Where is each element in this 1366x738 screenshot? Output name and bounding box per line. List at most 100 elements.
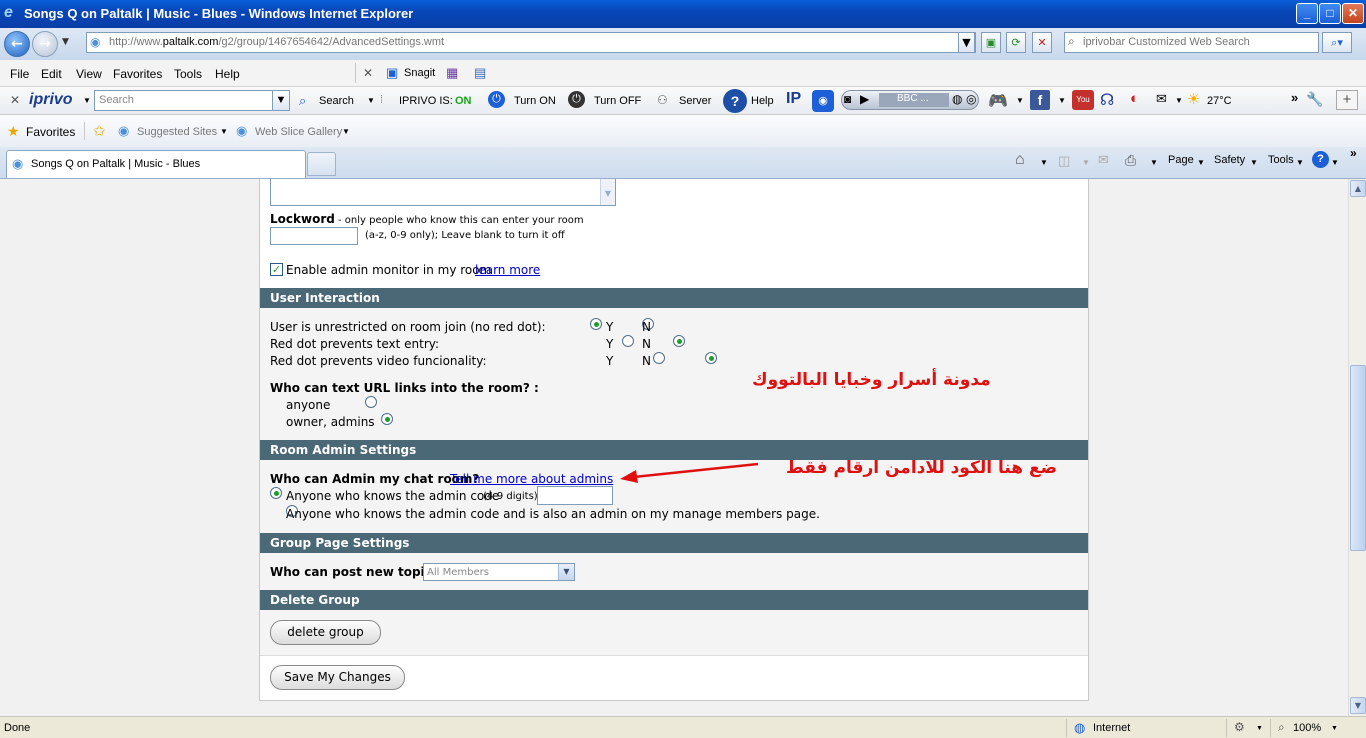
compatibility-view-icon[interactable]: ▣ [981, 32, 1001, 53]
menu-help[interactable]: Help [215, 67, 240, 81]
delete-group-button[interactable]: delete group [270, 620, 381, 645]
print-dropdown-icon[interactable]: ▼ [1150, 158, 1158, 167]
close-button[interactable]: ✕ [1342, 3, 1364, 24]
safety-menu[interactable]: Safety [1214, 154, 1245, 166]
back-button[interactable]: ← [4, 31, 30, 57]
web-search-input[interactable]: ⌕ iprivobar Customized Web Search [1064, 32, 1319, 53]
web-slice-dropdown-icon[interactable]: ▼ [342, 127, 350, 136]
ui-row3-no-radio[interactable] [705, 352, 718, 364]
youtube-icon[interactable]: You [1072, 90, 1094, 110]
save-changes-button[interactable]: Save My Changes [270, 665, 405, 690]
scroll-thumb[interactable] [1350, 365, 1366, 551]
home-dropdown-icon[interactable]: ▼ [1040, 158, 1048, 167]
address-input[interactable]: ◉ http://www.paltalk.com/g2/group/146765… [86, 32, 976, 53]
room-description-textarea[interactable]: ▼ [270, 179, 616, 206]
suggested-sites-dropdown-icon[interactable]: ▼ [220, 127, 228, 136]
ui-row1-yes-radio[interactable] [590, 318, 602, 330]
snagit-capture-icon[interactable]: ▦ [446, 65, 458, 81]
close-iprivo-icon[interactable]: ✕ [10, 93, 20, 107]
ui-row2-no-radio[interactable] [673, 335, 686, 347]
safety-dropdown-icon[interactable]: ▼ [1250, 158, 1258, 167]
security-zone[interactable]: Internet [1093, 722, 1130, 734]
learn-more-link[interactable]: learn more [475, 263, 540, 277]
mute-icon[interactable]: ◎ [966, 92, 976, 106]
iprivo-search-button[interactable]: Search [319, 95, 354, 107]
ui-row2-yes-radio[interactable] [621, 335, 634, 347]
settings-wrench-icon[interactable]: 🔧 [1306, 91, 1323, 108]
read-mail-icon[interactable]: ✉ [1098, 152, 1109, 168]
stop-icon[interactable]: ✕ [1032, 32, 1052, 53]
zoom-dropdown-icon[interactable]: ▼ [1331, 725, 1338, 732]
radio-player[interactable]: ◙ ▶ BBC ... ◍ ◎ [841, 90, 979, 110]
tell-me-more-link[interactable]: Tell me more about admins [450, 472, 613, 486]
refresh-icon[interactable]: ⟳ [1006, 32, 1026, 53]
add-button-icon[interactable]: + [1336, 90, 1358, 110]
server-button[interactable]: Server [679, 95, 711, 107]
menu-edit[interactable]: Edit [41, 67, 62, 81]
home-icon[interactable]: ⌂ [1015, 151, 1025, 169]
tools-menu[interactable]: Tools [1268, 154, 1294, 166]
radio-station-display[interactable]: BBC ... [879, 93, 949, 107]
web-slice-gallery-link[interactable]: Web Slice Gallery [255, 126, 342, 138]
page-dropdown-icon[interactable]: ▼ [1197, 158, 1205, 167]
recent-pages-dropdown-icon[interactable]: ▼ [62, 37, 69, 47]
menu-file[interactable]: File [10, 67, 29, 81]
search-options-dropdown-icon[interactable]: ▼ [367, 96, 375, 105]
temperature[interactable]: 27°C [1207, 95, 1232, 107]
facebook-dropdown-icon[interactable]: ▼ [1058, 96, 1066, 105]
help-circle-icon[interactable]: ? [1312, 151, 1329, 168]
lockword-input[interactable] [270, 227, 358, 245]
tab-songs-q[interactable]: ◉ Songs Q on Paltalk | Music - Blues [6, 150, 306, 178]
textarea-scroll-down-icon[interactable]: ▼ [600, 179, 615, 205]
suggested-sites-link[interactable]: Suggested Sites [137, 126, 217, 138]
add-favorite-icon[interactable]: ✩ [93, 122, 106, 140]
media-icon[interactable]: ◉ [812, 90, 834, 112]
url-anyone-radio[interactable] [364, 396, 377, 408]
help-dropdown-icon[interactable]: ▼ [1331, 158, 1339, 167]
admin-code-radio[interactable] [270, 487, 282, 499]
select-chevron-down-icon[interactable]: ▼ [558, 564, 574, 580]
ip-logo-icon[interactable]: IP [786, 90, 801, 108]
protected-dropdown-icon[interactable]: ▼ [1256, 725, 1263, 732]
favorites-button[interactable]: Favorites [26, 125, 75, 139]
search-go-icon[interactable]: ⌕▾ [1322, 32, 1352, 53]
turn-on-button[interactable]: Turn ON [514, 95, 556, 107]
close-toolbar-icon[interactable]: ✕ [363, 66, 373, 80]
menu-favorites[interactable]: Favorites [113, 67, 162, 81]
print-icon[interactable]: ⎙ [1125, 152, 1136, 169]
tools-dropdown-icon[interactable]: ▼ [1296, 158, 1304, 167]
minimize-button[interactable]: _ [1296, 3, 1318, 24]
facebook-icon[interactable]: f [1030, 90, 1050, 110]
zoom-level[interactable]: 100% [1293, 722, 1321, 734]
maximize-button[interactable]: □ [1319, 3, 1341, 24]
iprivo-search-input[interactable]: Search [94, 90, 290, 111]
post-topics-select[interactable]: All Members ▼ [423, 563, 575, 581]
feeds-icon[interactable]: ◫ [1058, 153, 1070, 169]
scroll-down-icon[interactable]: ▼ [1350, 697, 1366, 714]
address-dropdown-icon[interactable]: ▼ [958, 32, 975, 53]
scroll-up-icon[interactable]: ▲ [1350, 180, 1366, 197]
page-menu[interactable]: Page [1168, 154, 1194, 166]
games-dropdown-icon[interactable]: ▼ [1016, 96, 1024, 105]
play-media-icon[interactable]: ▶ [860, 92, 869, 106]
menu-tools[interactable]: Tools [174, 67, 202, 81]
game-controller-icon[interactable]: 🎮 [988, 91, 1008, 111]
help-button[interactable]: Help [751, 95, 774, 107]
url-owner-radio[interactable] [380, 413, 393, 425]
new-tab-button[interactable] [307, 152, 336, 176]
stop-media-icon[interactable]: ◙ [844, 92, 851, 106]
volume-icon[interactable]: ◍ [952, 92, 962, 106]
headphones-icon[interactable]: ☊ [1100, 90, 1114, 110]
snagit-button[interactable]: Snagit [404, 67, 435, 79]
ui-row3-yes-radio[interactable] [653, 352, 666, 364]
mail-dropdown-icon[interactable]: ▼ [1175, 96, 1183, 105]
snagit-edit-icon[interactable]: ▤ [474, 65, 486, 81]
iprivo-search-dropdown-icon[interactable]: ▼ [272, 90, 290, 111]
admin-monitor-checkbox[interactable]: ✓ [270, 263, 283, 276]
menu-view[interactable]: View [76, 67, 102, 81]
admin-code-input[interactable] [537, 486, 613, 505]
protected-mode-icon[interactable]: ⚙ [1234, 720, 1245, 734]
vertical-scrollbar[interactable]: ▲ ▼ [1348, 179, 1366, 716]
gift-icon[interactable]: ◐ [1130, 90, 1139, 107]
forward-button[interactable]: → [32, 31, 58, 57]
